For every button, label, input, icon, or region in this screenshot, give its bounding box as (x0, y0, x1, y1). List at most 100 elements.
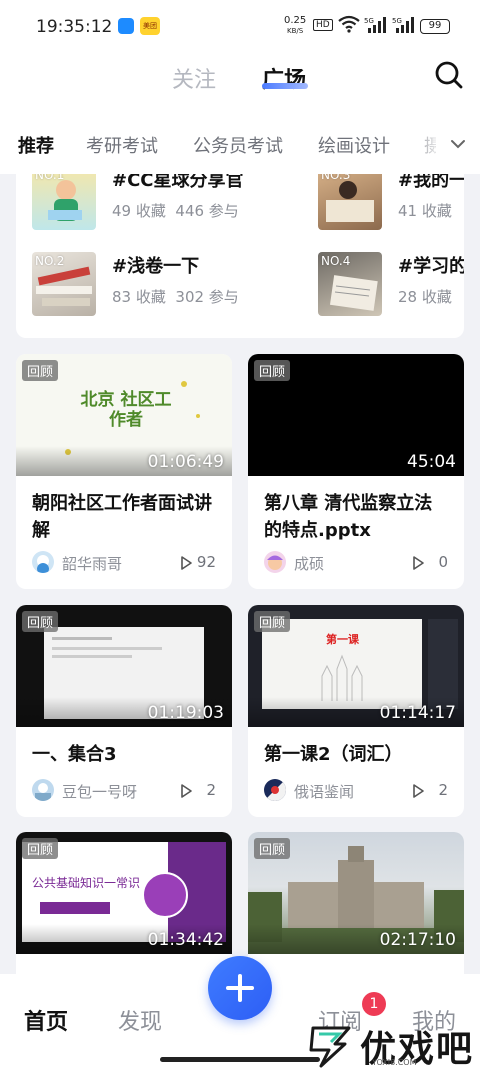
avatar[interactable] (264, 779, 286, 801)
slide-line (52, 647, 162, 650)
video-title: 一、集合3 (32, 744, 117, 765)
category-tab-design[interactable]: 绘画设计 (318, 132, 390, 158)
rank-number: NO.2 (35, 254, 65, 268)
category-tab-exam[interactable]: 考研考试 (86, 132, 158, 158)
cartoon-character-image (48, 180, 82, 221)
svg-text:5G: 5G (364, 17, 374, 25)
avatar[interactable] (264, 551, 286, 573)
author-name[interactable]: 韶华雨哥 (62, 553, 122, 574)
video-meta: 俄语鉴闻 2 (264, 779, 452, 803)
signal-icon: 5G (364, 17, 386, 33)
avatar-image (35, 783, 51, 801)
battery-icon: 99 (420, 19, 450, 34)
video-duration: 02:17:10 (379, 930, 456, 950)
tab-square[interactable]: 广场 (262, 62, 306, 94)
slide-heading: 第一课 (326, 633, 359, 646)
topic-title: #我的一 (398, 174, 464, 191)
play-count: 2 (206, 781, 216, 799)
avatar[interactable] (32, 779, 54, 801)
ranking-thumbnail: NO.1 (32, 174, 96, 230)
topic-favorites: 83 收藏 (112, 288, 166, 306)
video-title: 朝阳社区工作者面试讲解 (32, 493, 212, 541)
topic-ranking-card: NO.1 #CC星球分享官 49 收藏 446 参与 NO.3 #我的一 41 … (16, 174, 464, 338)
cathedral-sketch (321, 654, 363, 701)
play-count: 0 (438, 553, 448, 571)
video-thumbnail: 回顾 02:17:10 (248, 832, 464, 954)
video-thumbnail: 回顾 01:19:03 (16, 605, 232, 727)
wifi-icon (338, 15, 360, 33)
video-card[interactable]: 回顾 02:17:10 (248, 832, 464, 992)
author-name[interactable]: 俄语鉴闻 (294, 781, 354, 802)
category-tab-recommend[interactable]: 推荐 (18, 132, 54, 158)
top-header: 关注 广场 (0, 52, 480, 112)
net-speed-value: 0.25 (284, 15, 307, 26)
svg-text:5G: 5G (392, 17, 402, 25)
slide-line (52, 655, 132, 658)
avatar-image (267, 555, 283, 570)
studying-photo (326, 181, 374, 222)
video-thumbnail: 第一课 回顾 01:14:17 (248, 605, 464, 727)
video-card[interactable]: 回顾 01:19:03 一、集合3 豆包一号呀 2 (16, 605, 232, 817)
play-count-icon (181, 556, 192, 570)
video-duration: 01:14:17 (379, 703, 456, 723)
slide-preview: 第一课 (262, 619, 422, 709)
replay-badge: 回顾 (22, 838, 59, 859)
avatar-image (264, 779, 286, 801)
play-count: 92 (196, 553, 216, 571)
meituan-notification-icon: 美团 (140, 17, 160, 35)
nav-discover[interactable]: 发现 (118, 1004, 162, 1036)
thumbnail-caption: 北京 社区工作者 (80, 390, 172, 430)
replay-badge: 回顾 (254, 838, 291, 859)
chevron-down-icon (451, 140, 465, 149)
play-count: 2 (438, 781, 448, 799)
video-duration: 01:19:03 (147, 703, 224, 723)
video-card[interactable]: 回顾 45:04 第八章 清代监察立法的特点.pptx 成硕 0 (248, 354, 464, 589)
category-tabs: 推荐 考研考试 公务员考试 绘画设计 摄 (0, 112, 480, 174)
author-name[interactable]: 成硕 (294, 553, 324, 574)
status-time: 19:35:12 (36, 17, 113, 37)
topic-joins: 446 参与 (175, 202, 239, 220)
avatar[interactable] (32, 551, 54, 573)
video-thumbnail: 回顾 45:04 (248, 354, 464, 476)
home-indicator[interactable] (160, 1057, 320, 1062)
more-categories-button[interactable] (444, 132, 480, 156)
replay-badge: 回顾 (254, 360, 291, 381)
nav-home[interactable]: 首页 (24, 1004, 68, 1036)
category-tab-civil-service[interactable]: 公务员考试 (193, 132, 283, 158)
topic-title: #浅卷一下 (112, 256, 200, 277)
avatar-image (37, 555, 49, 573)
topic-stats: 49 收藏 446 参与 (112, 200, 239, 221)
rank-number: NO.1 (35, 174, 65, 182)
topic-joins: 302 参与 (175, 288, 239, 306)
rank-number: NO.4 (321, 254, 351, 268)
video-meta: 韶华雨哥 92 (32, 551, 220, 575)
slide-heading: 公共基础知识一常识 (32, 876, 141, 890)
video-meta: 成硕 0 (264, 551, 452, 575)
replay-badge: 回顾 (22, 360, 59, 381)
play-count-icon (181, 784, 192, 798)
net-speed-unit: KB/S (287, 27, 304, 35)
topic-favorites: 28 收藏 (398, 288, 452, 306)
video-card[interactable]: 公共基础知识一常识 回顾 01:34:42 (16, 832, 232, 992)
network-speed: 0.25 KB/S (284, 16, 306, 36)
ranking-thumbnail: NO.4 (318, 252, 382, 316)
signal-icon: 5G (392, 17, 414, 33)
topic-favorites: 49 收藏 (112, 202, 166, 220)
subscribe-badge: 1 (362, 992, 386, 1016)
watermark-url: YOXI8.COM (372, 1058, 417, 1067)
replay-badge: 回顾 (22, 611, 59, 632)
ranking-thumbnail: NO.3 (318, 174, 382, 230)
video-thumbnail: 北京 社区工作者 回顾 01:06:49 (16, 354, 232, 476)
status-bar: 19:35:12 美团 0.25 KB/S HD 5G 5G 99 (0, 0, 480, 52)
replay-badge: 回顾 (254, 611, 291, 632)
topic-title: #CC星球分享官 (112, 174, 244, 191)
video-card[interactable]: 第一课 回顾 01:14:17 第一课2（词汇） 俄语鉴闻 2 (248, 605, 464, 817)
tab-follow[interactable]: 关注 (172, 62, 216, 94)
video-title: 第八章 清代监察立法的特点.pptx (264, 493, 433, 541)
hd-icon: HD (313, 19, 333, 31)
author-name[interactable]: 豆包一号呀 (62, 781, 137, 802)
create-button[interactable] (208, 956, 272, 1020)
slide-bar (40, 902, 110, 914)
search-icon[interactable] (434, 60, 464, 90)
video-card[interactable]: 北京 社区工作者 回顾 01:06:49 朝阳社区工作者面试讲解 韶华雨哥 92 (16, 354, 232, 589)
